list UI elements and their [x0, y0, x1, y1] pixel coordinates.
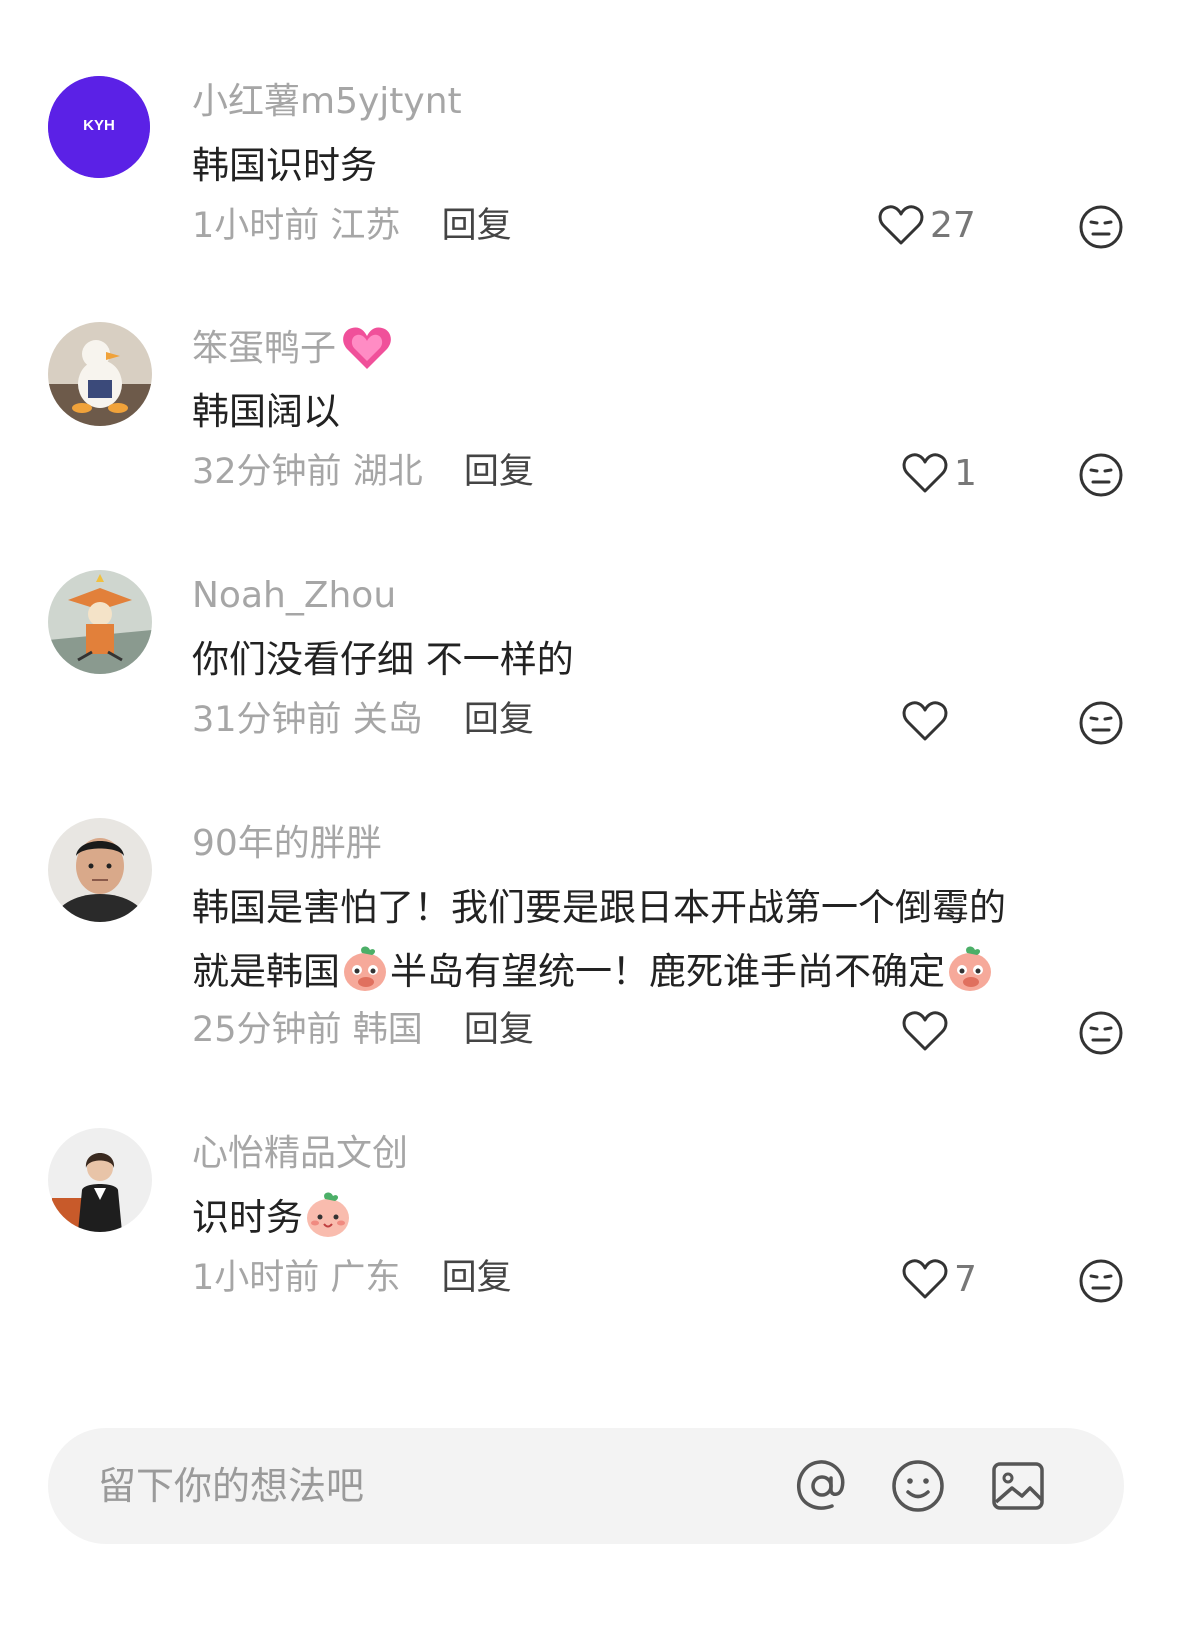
comment-meta: 1小时前 广东 回复	[192, 1256, 512, 1300]
username[interactable]: Noah_Zhou	[192, 574, 396, 618]
reply-button[interactable]: 回复	[442, 206, 512, 246]
like-count: 27	[930, 204, 976, 246]
avatar[interactable]	[48, 322, 152, 426]
comment-text: 识时务	[192, 1186, 1112, 1250]
neutral-face-icon	[1079, 1259, 1123, 1303]
comment-time: 31分钟前	[192, 700, 342, 740]
comment-input-bar[interactable]: 留下你的想法吧	[48, 1428, 1124, 1544]
reply-button[interactable]: 回复	[442, 1258, 512, 1298]
comment-meta: 32分钟前 湖北 回复	[192, 450, 534, 494]
like-button[interactable]	[902, 696, 954, 746]
username[interactable]: 小红薯m5yjtynt	[192, 80, 462, 124]
dislike-button[interactable]	[1078, 1010, 1124, 1056]
comment-text: 韩国阔以	[192, 390, 340, 433]
avatar[interactable]: KYH	[48, 76, 150, 178]
at-sign-icon	[797, 1460, 845, 1510]
like-button[interactable]: 7	[902, 1254, 977, 1304]
peach-shy-emoji	[344, 946, 386, 991]
like-button[interactable]	[902, 1006, 954, 1056]
comment-time: 32分钟前	[192, 452, 342, 492]
heart-outline-icon	[902, 1011, 948, 1051]
heart-outline-icon	[902, 1259, 948, 1299]
comment-time: 1小时前	[192, 206, 320, 246]
comment-text: 韩国识时务	[192, 144, 377, 187]
comment-text-segment: 就是韩国	[192, 950, 340, 993]
comment-meta: 31分钟前 关岛 回复	[192, 698, 534, 742]
neutral-face-icon	[1079, 453, 1123, 497]
like-button[interactable]: 1	[902, 448, 977, 498]
username[interactable]: 笨蛋鸭子	[192, 326, 392, 372]
comment-text-line: 韩国是害怕了！我们要是跟日本开战第一个倒霉的	[192, 886, 1006, 929]
comment-time: 25分钟前	[192, 1010, 342, 1050]
image-button[interactable]	[988, 1456, 1048, 1516]
comment-input-placeholder[interactable]: 留下你的想法吧	[98, 1462, 364, 1510]
comment-meta: 1小时前 江苏 回复	[192, 204, 512, 248]
comment-meta: 25分钟前 韩国 回复	[192, 1008, 534, 1052]
comment-text: 韩国是害怕了！我们要是跟日本开战第一个倒霉的 就是韩国 半岛有望统一！鹿死谁手尚…	[192, 876, 1112, 1004]
comment-text-segment: 半岛有望统一！鹿死谁手尚不确定	[390, 950, 945, 993]
neutral-face-icon	[1079, 205, 1123, 249]
comment-location: 关岛	[352, 700, 423, 740]
reply-button[interactable]: 回复	[464, 452, 534, 492]
username[interactable]: 心怡精品文创	[192, 1132, 408, 1176]
image-icon	[992, 1462, 1044, 1510]
username[interactable]: 90年的胖胖	[192, 822, 382, 866]
comment-location: 广东	[330, 1258, 401, 1298]
reply-button[interactable]: 回复	[464, 1010, 534, 1050]
avatar[interactable]	[48, 570, 152, 674]
peach-smile-emoji	[307, 1192, 349, 1237]
neutral-face-icon	[1079, 701, 1123, 745]
comment-time: 1小时前	[192, 1258, 320, 1298]
avatar-logo-text: KYH	[83, 117, 115, 134]
neutral-face-icon	[1079, 1011, 1123, 1055]
emoji-button[interactable]	[888, 1456, 948, 1516]
dislike-button[interactable]	[1078, 452, 1124, 498]
comment-text: 你们没看仔细 不一样的	[192, 638, 574, 681]
avatar[interactable]	[48, 818, 152, 922]
like-count: 1	[954, 452, 977, 494]
peach-shy-emoji	[949, 946, 991, 991]
heart-outline-icon	[878, 205, 924, 245]
avatar[interactable]	[48, 1128, 152, 1232]
comment-location: 湖北	[352, 452, 423, 492]
mention-button[interactable]	[792, 1456, 852, 1516]
smiley-icon	[892, 1460, 944, 1512]
reply-button[interactable]: 回复	[464, 700, 534, 740]
comment-location: 江苏	[330, 206, 401, 246]
dislike-button[interactable]	[1078, 1258, 1124, 1304]
dislike-button[interactable]	[1078, 700, 1124, 746]
pink-heart-emoji	[343, 327, 391, 369]
heart-outline-icon	[902, 453, 948, 493]
like-button[interactable]: 27	[878, 200, 976, 250]
like-count: 7	[954, 1258, 977, 1300]
comment-location: 韩国	[352, 1010, 423, 1050]
heart-outline-icon	[902, 701, 948, 741]
dislike-button[interactable]	[1078, 204, 1124, 250]
